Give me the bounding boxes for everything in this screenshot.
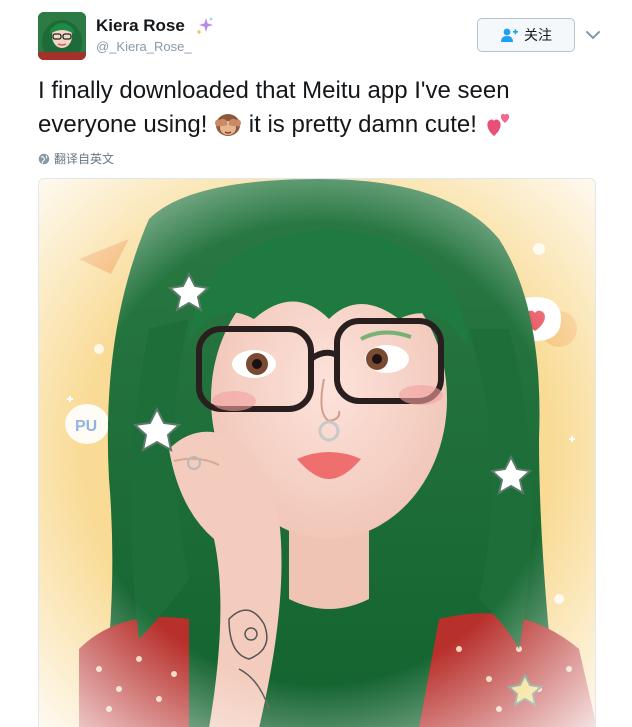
- translate-label: 翻译自英文: [54, 152, 115, 166]
- tweet-photo[interactable]: PU: [38, 178, 596, 727]
- follow-label: 关注: [524, 28, 552, 44]
- tweet-card: Kiera Rose @_Kiera_Rose_ 关注 I finally do…: [0, 0, 632, 727]
- two-hearts-emoji: [486, 113, 509, 136]
- see-no-evil-monkey-emoji: [215, 114, 242, 136]
- photo-illustration: PU: [39, 179, 595, 727]
- sparkles-icon: [196, 17, 214, 35]
- display-name[interactable]: Kiera Rose: [96, 16, 185, 36]
- translate-tweet-link[interactable]: 翻译自英文: [38, 150, 114, 167]
- user-name-block: Kiera Rose @_Kiera_Rose_: [96, 16, 215, 54]
- tweet-header: Kiera Rose @_Kiera_Rose_ 关注: [38, 12, 608, 62]
- user-handle[interactable]: @_Kiera_Rose_: [96, 39, 215, 54]
- tweet-text: I finally downloaded that Meitu app I've…: [38, 74, 608, 142]
- add-user-icon: [501, 28, 518, 42]
- tweet-text-part2: it is pretty damn cute!: [248, 111, 477, 138]
- chevron-down-icon[interactable]: [583, 26, 603, 44]
- avatar[interactable]: [38, 12, 86, 60]
- follow-button[interactable]: 关注: [477, 18, 575, 52]
- globe-icon: [38, 153, 50, 164]
